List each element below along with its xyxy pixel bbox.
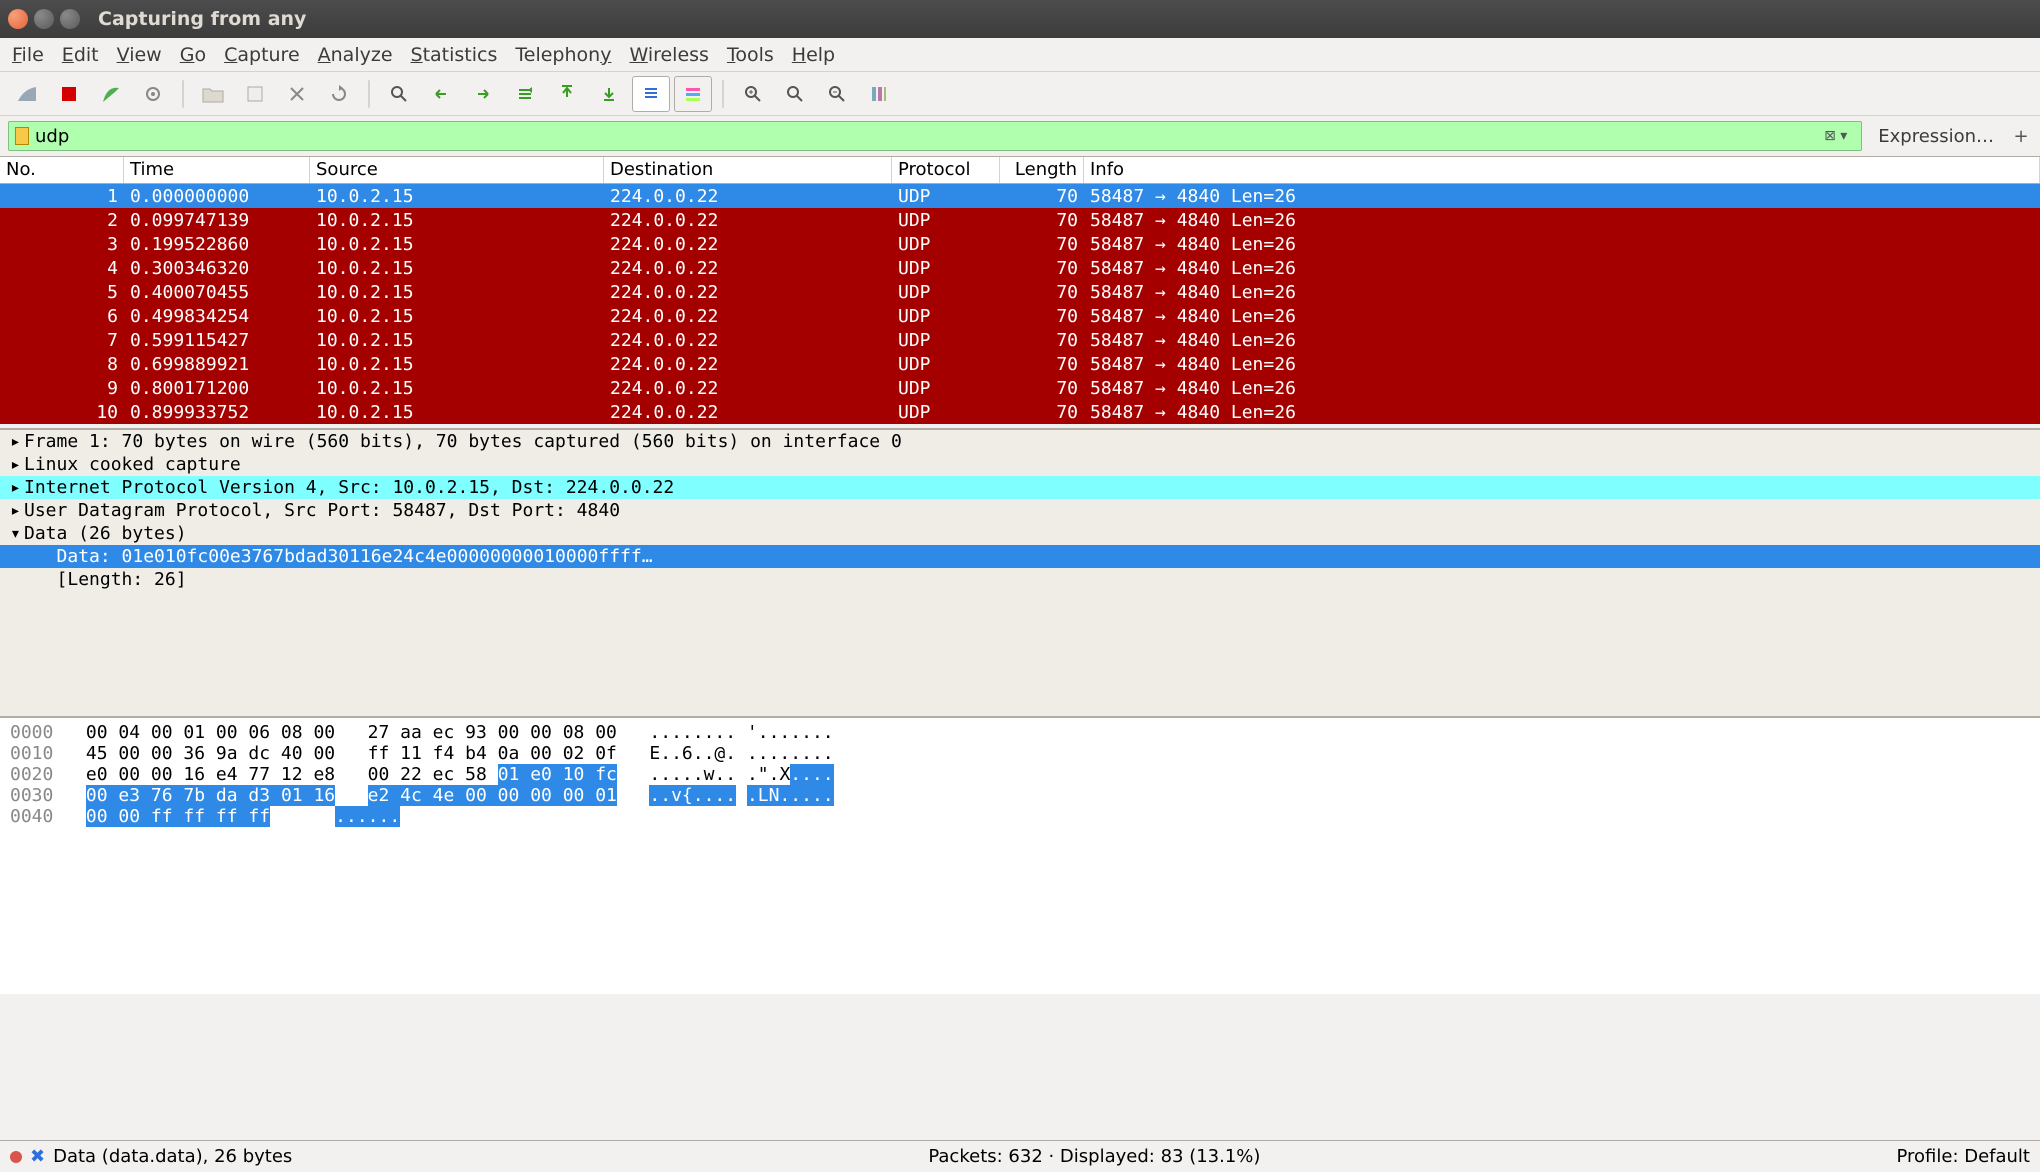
- packet-list-header[interactable]: No. Time Source Destination Protocol Len…: [0, 156, 2040, 184]
- go-back-icon[interactable]: [422, 76, 460, 112]
- restart-capture-icon[interactable]: [92, 76, 130, 112]
- go-first-icon[interactable]: [548, 76, 586, 112]
- packet-row[interactable]: 60.49983425410.0.2.15224.0.0.22UDP70 584…: [0, 304, 2040, 328]
- close-file-icon[interactable]: [278, 76, 316, 112]
- col-no[interactable]: No.: [0, 157, 124, 183]
- hex-row[interactable]: 0020 e0 00 00 16 e4 77 12 e8 00 22 ec 58…: [10, 764, 2030, 785]
- separator: [722, 80, 724, 108]
- titlebar: Capturing from any: [0, 0, 2040, 38]
- clear-filter-icon[interactable]: ⊠ ▾: [1816, 128, 1855, 144]
- save-file-icon[interactable]: [236, 76, 274, 112]
- find-icon[interactable]: [380, 76, 418, 112]
- close-icon[interactable]: [8, 9, 28, 29]
- menu-wireless[interactable]: Wireless: [629, 44, 709, 66]
- menu-help[interactable]: Help: [792, 44, 835, 66]
- packet-row[interactable]: 40.30034632010.0.2.15224.0.0.22UDP70 584…: [0, 256, 2040, 280]
- go-forward-icon[interactable]: [464, 76, 502, 112]
- menu-file[interactable]: File: [12, 44, 44, 66]
- shark-fin-icon[interactable]: [8, 76, 46, 112]
- go-last-icon[interactable]: [590, 76, 628, 112]
- hex-row[interactable]: 0040 00 00 ff ff ff ff ......: [10, 806, 2030, 827]
- maximize-icon[interactable]: [60, 9, 80, 29]
- packet-bytes[interactable]: 0000 00 04 00 01 00 06 08 00 27 aa ec 93…: [0, 716, 2040, 994]
- colorize-icon[interactable]: [674, 76, 712, 112]
- toolbar: [0, 72, 2040, 116]
- menu-capture[interactable]: Capture: [224, 44, 300, 66]
- separator: [182, 80, 184, 108]
- menubar: File Edit View Go Capture Analyze Statis…: [0, 38, 2040, 72]
- col-time[interactable]: Time: [124, 157, 310, 183]
- menu-go[interactable]: Go: [180, 44, 206, 66]
- separator: [368, 80, 370, 108]
- col-info[interactable]: Info: [1084, 157, 2040, 183]
- cancel-icon[interactable]: ✖: [30, 1146, 45, 1167]
- window-title: Capturing from any: [98, 8, 306, 30]
- packet-row[interactable]: 20.09974713910.0.2.15224.0.0.22UDP70 584…: [0, 208, 2040, 232]
- expert-info-icon[interactable]: [10, 1151, 22, 1163]
- packet-row[interactable]: 10.00000000010.0.2.15224.0.0.22UDP70 584…: [0, 184, 2040, 208]
- filter-bar: ⊠ ▾ Expression… +: [0, 116, 2040, 156]
- expression-button[interactable]: Expression…: [1868, 121, 2004, 151]
- tree-frame[interactable]: ▸Frame 1: 70 bytes on wire (560 bits), 7…: [0, 430, 2040, 453]
- packet-row[interactable]: 90.80017120010.0.2.15224.0.0.22UDP70 584…: [0, 376, 2040, 400]
- reload-icon[interactable]: [320, 76, 358, 112]
- col-dest[interactable]: Destination: [604, 157, 892, 183]
- hex-row[interactable]: 0000 00 04 00 01 00 06 08 00 27 aa ec 93…: [10, 722, 2030, 743]
- tree-data[interactable]: ▾Data (26 bytes): [0, 522, 2040, 545]
- zoom-in-icon[interactable]: [734, 76, 772, 112]
- status-profile[interactable]: Profile: Default: [1896, 1146, 2030, 1167]
- packet-row[interactable]: 50.40007045510.0.2.15224.0.0.22UDP70 584…: [0, 280, 2040, 304]
- statusbar: ✖ Data (data.data), 26 bytes Packets: 63…: [0, 1140, 2040, 1172]
- menu-view[interactable]: View: [117, 44, 162, 66]
- packet-list[interactable]: 10.00000000010.0.2.15224.0.0.22UDP70 584…: [0, 184, 2040, 428]
- bookmark-icon[interactable]: [15, 127, 29, 145]
- packet-row[interactable]: 30.19952286010.0.2.15224.0.0.22UDP70 584…: [0, 232, 2040, 256]
- packet-row[interactable]: 80.69988992110.0.2.15224.0.0.22UDP70 584…: [0, 352, 2040, 376]
- tree-udp[interactable]: ▸User Datagram Protocol, Src Port: 58487…: [0, 499, 2040, 522]
- auto-scroll-icon[interactable]: [632, 76, 670, 112]
- go-to-packet-icon[interactable]: [506, 76, 544, 112]
- status-left-text: Data (data.data), 26 bytes: [53, 1146, 292, 1167]
- hex-row[interactable]: 0030 00 e3 76 7b da d3 01 16 e2 4c 4e 00…: [10, 785, 2030, 806]
- tree-ip[interactable]: ▸Internet Protocol Version 4, Src: 10.0.…: [0, 476, 2040, 499]
- packet-details[interactable]: ▸Frame 1: 70 bytes on wire (560 bits), 7…: [0, 428, 2040, 716]
- display-filter-input[interactable]: [35, 126, 1816, 147]
- menu-telephony[interactable]: Telephony: [515, 44, 611, 66]
- display-filter-field[interactable]: ⊠ ▾: [8, 121, 1862, 151]
- capture-options-icon[interactable]: [134, 76, 172, 112]
- open-file-icon[interactable]: [194, 76, 232, 112]
- col-protocol[interactable]: Protocol: [892, 157, 1000, 183]
- tree-data-value[interactable]: Data: 01e010fc00e3767bdad30116e24c4e0000…: [0, 545, 2040, 568]
- zoom-reset-icon[interactable]: [776, 76, 814, 112]
- minimize-icon[interactable]: [34, 9, 54, 29]
- stop-capture-icon[interactable]: [50, 76, 88, 112]
- menu-tools[interactable]: Tools: [727, 44, 774, 66]
- col-source[interactable]: Source: [310, 157, 604, 183]
- tree-linux-cooked[interactable]: ▸Linux cooked capture: [0, 453, 2040, 476]
- menu-analyze[interactable]: Analyze: [318, 44, 393, 66]
- tree-data-length[interactable]: [Length: 26]: [0, 568, 2040, 591]
- add-filter-button[interactable]: +: [2010, 126, 2032, 147]
- hex-row[interactable]: 0010 45 00 00 36 9a dc 40 00 ff 11 f4 b4…: [10, 743, 2030, 764]
- status-packets: Packets: 632 · Displayed: 83 (13.1%): [928, 1146, 1260, 1167]
- col-length[interactable]: Length: [1000, 157, 1084, 183]
- menu-edit[interactable]: Edit: [62, 44, 99, 66]
- packet-row[interactable]: 100.89993375210.0.2.15224.0.0.22UDP70 58…: [0, 400, 2040, 424]
- packet-row[interactable]: 70.59911542710.0.2.15224.0.0.22UDP70 584…: [0, 328, 2040, 352]
- zoom-out-icon[interactable]: [818, 76, 856, 112]
- resize-columns-icon[interactable]: [860, 76, 898, 112]
- menu-statistics[interactable]: Statistics: [411, 44, 498, 66]
